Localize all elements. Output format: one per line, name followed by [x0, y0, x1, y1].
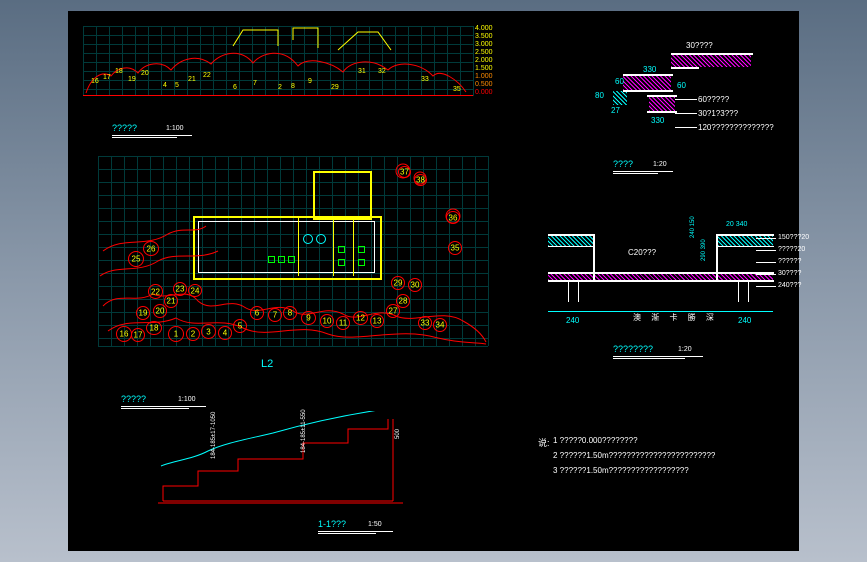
d1-l3: 120??????????????: [698, 123, 774, 132]
d1-330a: 330: [643, 65, 656, 74]
section11-title: 1-1???: [318, 519, 346, 529]
plan-view: 16 17 18 19 20 21 22 23 24 25 26 1 2 3 4…: [98, 156, 488, 346]
d1-80: 80: [595, 91, 604, 100]
d2-a4: 30????: [778, 270, 801, 277]
d2-c20: C20???: [628, 248, 656, 257]
d1-l2: 30?1?3???: [698, 109, 738, 118]
level-4000: 4.000: [475, 25, 493, 32]
section11-scale: 1:50: [368, 521, 382, 528]
d1-label: 30????: [686, 41, 713, 50]
elevation-scale: 1:100: [166, 125, 184, 132]
level-2000: 2.000: [475, 57, 493, 64]
note-3: 3 ??????1.50m??????????????????: [553, 466, 689, 475]
d2-mid: 澳 渐 卡 勝 深: [633, 312, 718, 323]
notes-header: 说:: [538, 436, 550, 449]
d2-240r: 240: [738, 316, 751, 325]
d1-l1: 60?????: [698, 95, 729, 104]
level-1000: 1.000: [475, 73, 493, 80]
detail1-title: ????: [613, 159, 633, 169]
detail2-title: ????????: [613, 344, 653, 354]
detail2-scale: 1:20: [678, 346, 692, 353]
elevation-view: 16 17 18 19 20 4 5 21 22 6 7 2 8 9 29 31…: [83, 26, 473, 96]
d1-330b: 330: [651, 116, 664, 125]
d2-a2: ?????20: [778, 246, 805, 253]
note-2: 2 ??????1.50m????????????????????????: [553, 451, 715, 460]
stair-dim-3: 500: [395, 429, 401, 439]
d2-a3: ??????: [778, 258, 801, 265]
d2-a1: 150???20: [778, 234, 809, 241]
d1-60b: 60: [677, 81, 686, 90]
section-title: ?????: [121, 394, 146, 404]
d2-240l: 240: [566, 316, 579, 325]
level-2500: 2.500: [475, 49, 493, 56]
d2-rlabel: 20 340: [726, 221, 747, 228]
detail-1: 30???? 330 60 60 80 27 330 60????? 30?1?…: [553, 41, 773, 161]
section-scale: 1:100: [178, 396, 196, 403]
drawing-canvas: 16 17 18 19 20 4 5 21 22 6 7 2 8 9 29 31…: [68, 11, 799, 551]
level-1500: 1.500: [475, 65, 493, 72]
detail1-scale: 1:20: [653, 161, 667, 168]
plan-marker: L2: [261, 358, 273, 370]
detail-2: C20??? 240 150 290 390 20 340 150???20 ?…: [538, 206, 788, 351]
d2-a5: 240???: [778, 282, 801, 289]
d1-27: 27: [611, 106, 620, 115]
level-3500: 3.500: [475, 33, 493, 40]
level-3000: 3.000: [475, 41, 493, 48]
stair-dim-1: 184-185±17-1050: [211, 412, 217, 459]
level-0000: 0.000: [475, 89, 493, 96]
note-1: 1 ?????0.000????????: [553, 436, 638, 445]
d1-60a: 60: [615, 77, 624, 86]
level-0500: 0.500: [475, 81, 493, 88]
elevation-title: ?????: [112, 123, 137, 133]
stair-dim-2: 184-185±11-550: [301, 409, 307, 453]
stair-section: 184-185±17-1050 184-185±11-550 500: [153, 411, 413, 511]
